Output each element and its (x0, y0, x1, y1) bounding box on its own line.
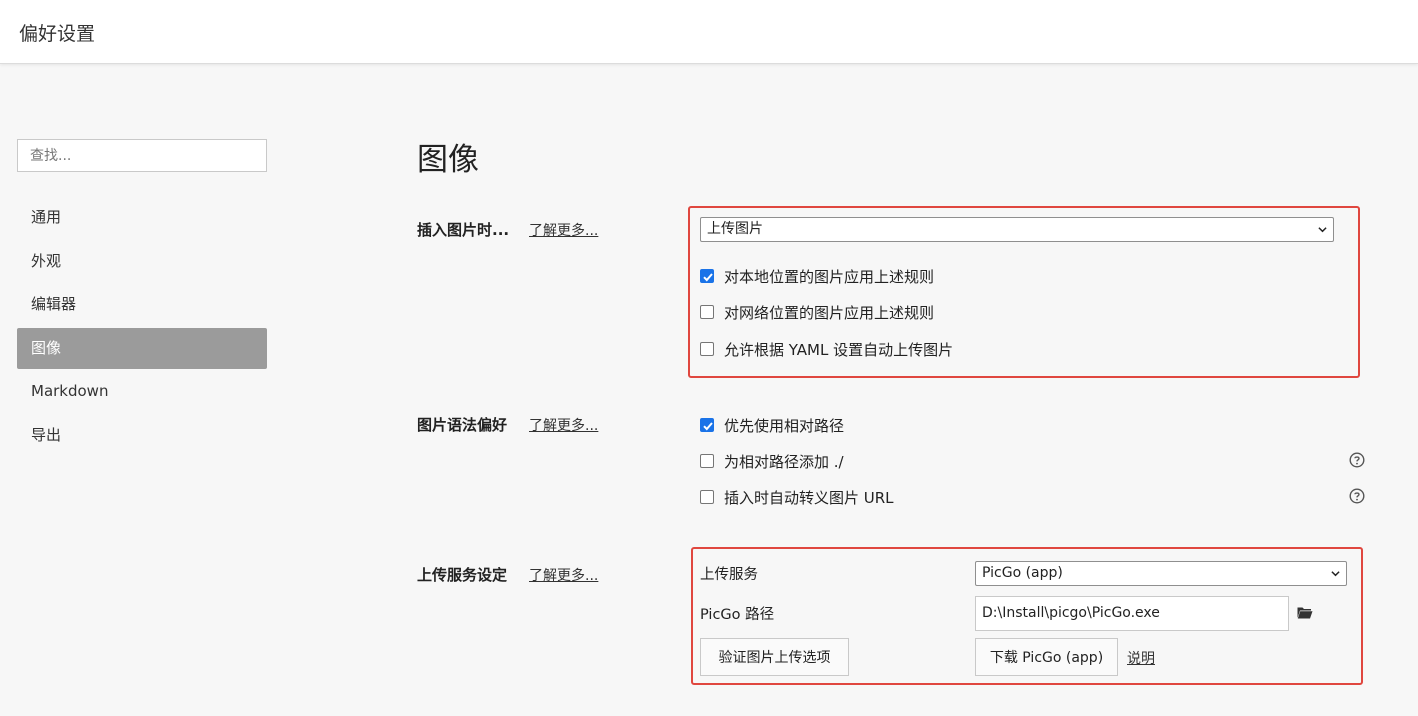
upload-learn-more-link[interactable]: 了解更多... (529, 565, 598, 585)
help-icon[interactable] (1349, 452, 1365, 468)
prefer-relative-checkbox[interactable]: 优先使用相对路径 (700, 415, 844, 435)
apply-local-checkbox[interactable]: 对本地位置的图片应用上述规则 (700, 266, 934, 286)
apply-local-label: 对本地位置的图片应用上述规则 (724, 267, 935, 286)
picgo-path-label: PicGo 路径 (700, 607, 775, 623)
sidebar-item-markdown[interactable]: Markdown (17, 371, 267, 412)
insert-learn-more-link[interactable]: 了解更多... (529, 220, 598, 240)
chevron-down-icon (1331, 571, 1340, 577)
add-dot-slash-checkbox[interactable]: 为相对路径添加 ./ (700, 451, 844, 471)
upload-service-section-label: 上传服务设定 (417, 566, 508, 584)
sidebar-item-appearance[interactable]: 外观 (17, 241, 267, 282)
search-input[interactable] (17, 139, 267, 172)
sidebar-nav: 通用 外观 编辑器 图像 Markdown 导出 (17, 197, 267, 458)
sidebar-item-editor[interactable]: 编辑器 (17, 284, 267, 325)
folder-icon[interactable] (1297, 606, 1313, 619)
apply-network-checkbox[interactable]: 对网络位置的图片应用上述规则 (700, 302, 934, 322)
insert-image-label: 插入图片时... (417, 221, 510, 239)
escape-url-checkbox[interactable]: 插入时自动转义图片 URL (700, 487, 894, 507)
yaml-auto-upload-checkbox[interactable]: 允许根据 YAML 设置自动上传图片 (700, 339, 953, 359)
help-icon[interactable] (1349, 488, 1365, 504)
window-title: 偏好设置 (19, 23, 96, 45)
syntax-learn-more-link[interactable]: 了解更多... (529, 415, 598, 435)
page-title: 图像 (417, 142, 479, 178)
apply-network-label: 对网络位置的图片应用上述规则 (724, 303, 935, 322)
checkbox-unchecked-icon[interactable] (700, 305, 714, 319)
upload-service-value: PicGo (app) (982, 565, 1063, 581)
escape-url-label: 插入时自动转义图片 URL (724, 488, 894, 507)
title-bar: 偏好设置 (0, 0, 1418, 64)
add-dot-slash-label: 为相对路径添加 ./ (724, 452, 844, 471)
explain-link[interactable]: 说明 (1127, 648, 1155, 668)
sidebar-item-general[interactable]: 通用 (17, 197, 267, 238)
insert-action-value: 上传图片 (707, 221, 763, 237)
download-picgo-button[interactable]: 下载 PicGo (app) (975, 638, 1118, 676)
verify-upload-button[interactable]: 验证图片上传选项 (700, 638, 849, 676)
insert-action-select[interactable]: 上传图片 (700, 217, 1334, 242)
checkbox-unchecked-icon[interactable] (700, 342, 714, 356)
upload-service-select[interactable]: PicGo (app) (975, 561, 1347, 586)
prefer-relative-label: 优先使用相对路径 (724, 416, 845, 435)
checkbox-unchecked-icon[interactable] (700, 454, 714, 468)
syntax-pref-label: 图片语法偏好 (417, 416, 508, 434)
upload-service-label: 上传服务 (700, 567, 758, 583)
checkbox-checked-icon[interactable] (700, 418, 714, 432)
sidebar-item-export[interactable]: 导出 (17, 415, 267, 456)
checkbox-checked-icon[interactable] (700, 269, 714, 283)
chevron-down-icon (1318, 227, 1327, 233)
sidebar-item-image[interactable]: 图像 (17, 327, 267, 369)
yaml-auto-upload-label: 允许根据 YAML 设置自动上传图片 (724, 340, 954, 359)
checkbox-unchecked-icon[interactable] (700, 490, 714, 504)
picgo-path-input[interactable]: D:\Install\picgo\PicGo.exe (975, 596, 1289, 631)
